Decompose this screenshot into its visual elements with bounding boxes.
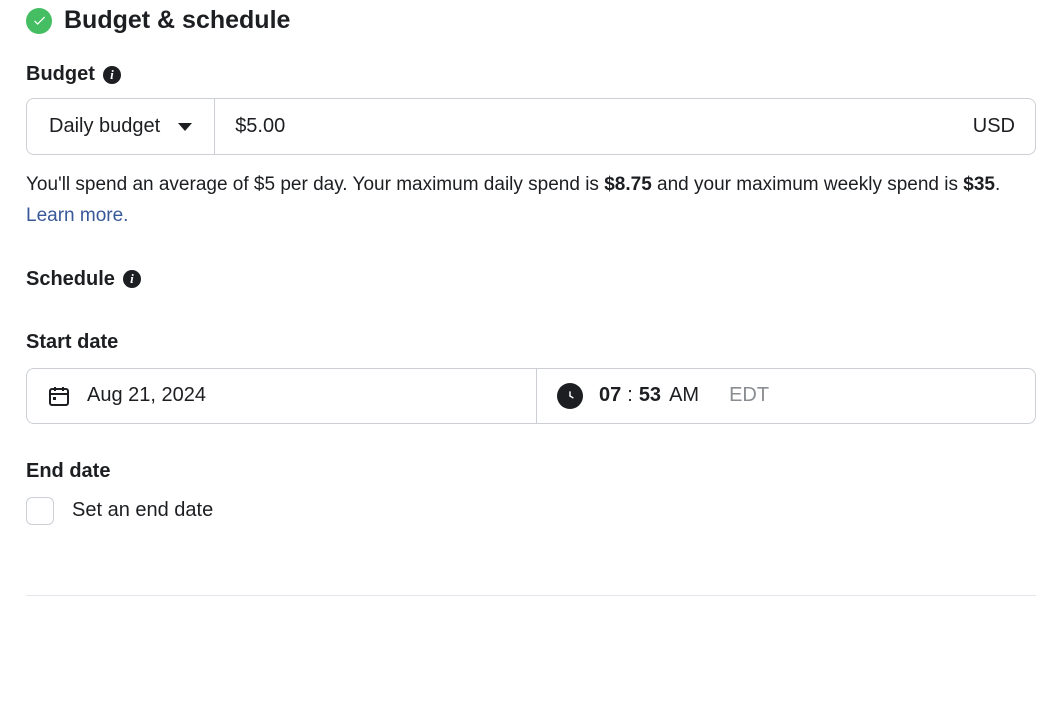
time-ampm: AM [669, 384, 699, 407]
time-minute: 53 [639, 384, 661, 407]
budget-type-select[interactable]: Daily budget [26, 98, 215, 155]
helper-max-weekly: $35 [963, 174, 995, 195]
budget-label: Budget [26, 63, 95, 86]
info-icon[interactable]: i [123, 270, 141, 288]
currency-label: USD [973, 115, 1015, 138]
start-time-field[interactable]: 07:53 AM EDT [537, 369, 1035, 423]
budget-helper-text: You'll spend an average of $5 per day. Y… [26, 169, 1026, 232]
start-time-value: 07:53 AM [599, 384, 699, 407]
helper-post: . [995, 174, 1000, 195]
start-date-label: Start date [26, 331, 1036, 354]
calendar-icon [47, 384, 71, 408]
budget-label-row: Budget i [26, 63, 121, 86]
schedule-label-row: Schedule i [26, 268, 141, 291]
info-icon[interactable]: i [103, 66, 121, 84]
time-hour: 07 [599, 384, 621, 407]
section-title: Budget & schedule [64, 6, 290, 35]
start-datetime-row: Aug 21, 2024 07:53 AM EDT [26, 368, 1036, 424]
timezone: EDT [729, 384, 769, 407]
end-date-label: End date [26, 460, 1036, 483]
helper-mid: and your maximum weekly spend is [652, 174, 964, 195]
chevron-down-icon [178, 123, 192, 131]
end-date-checkbox-row: Set an end date [26, 497, 1036, 525]
section-header: Budget & schedule [26, 6, 1036, 35]
helper-max-daily: $8.75 [604, 174, 652, 195]
check-circle-icon [26, 8, 52, 34]
learn-more-link[interactable]: Learn more. [26, 205, 128, 226]
helper-pre: You'll spend an average of $5 per day. Y… [26, 174, 604, 195]
start-date-value: Aug 21, 2024 [87, 384, 206, 407]
clock-icon [557, 383, 583, 409]
schedule-label: Schedule [26, 268, 115, 291]
start-date-field[interactable]: Aug 21, 2024 [27, 369, 537, 423]
budget-amount-input[interactable] [235, 115, 973, 138]
budget-row: Daily budget USD [26, 98, 1036, 155]
budget-type-selected: Daily budget [49, 115, 160, 138]
budget-amount-field[interactable]: USD [215, 98, 1036, 155]
divider [26, 595, 1036, 596]
end-date-checkbox-label: Set an end date [72, 499, 213, 522]
end-date-checkbox[interactable] [26, 497, 54, 525]
